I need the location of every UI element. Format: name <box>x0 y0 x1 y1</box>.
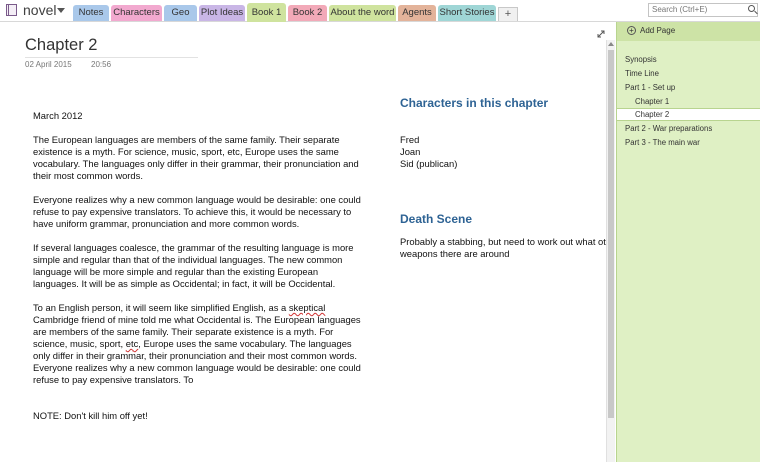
add-section-button[interactable]: + <box>498 7 518 21</box>
tab-label: Geo <box>171 7 190 18</box>
page-time: 20:56 <box>91 60 112 69</box>
title-divider <box>25 57 198 58</box>
page-item-part-2[interactable]: Part 2 - War preparations <box>617 122 760 135</box>
death-scene-text: weapons there are around <box>400 248 510 259</box>
add-page-label: Add Page <box>640 26 676 35</box>
tab-label: Plot Ideas <box>200 7 244 18</box>
tab-label: About the word <box>330 7 395 18</box>
character-item: Sid (publican) <box>400 158 458 169</box>
character-item: Joan <box>400 146 421 157</box>
page-item-part-1[interactable]: Part 1 - Set up <box>617 81 760 94</box>
death-scene-text: Probably a stabbing, but need to work ou… <box>400 236 606 247</box>
notebook-icon[interactable] <box>6 4 17 16</box>
search-placeholder: Search (Ctrl+E) <box>652 5 708 14</box>
page-date: 02 April 2015 <box>25 60 72 69</box>
tab-book-2[interactable]: Book 2 <box>288 5 327 21</box>
body-note: NOTE: Don't kill him off yet! <box>33 410 148 421</box>
section-tab-bar: novel Notes Characters Geo Plot Ideas Bo… <box>0 0 760 22</box>
vertical-scrollbar[interactable] <box>606 40 615 462</box>
search-input[interactable]: Search (Ctrl+E) <box>648 3 758 17</box>
page-canvas[interactable]: Chapter 2 02 April 2015 20:56 March 2012… <box>0 22 606 462</box>
tab-short-stories[interactable]: Short Stories <box>438 5 496 21</box>
page-list-pane: + Add Page Synopsis Time Line Part 1 - S… <box>616 22 760 462</box>
body-paragraph: To an English person, it will seem like … <box>33 302 365 386</box>
tab-label: Book 1 <box>251 7 282 18</box>
body-paragraph: The European languages are members of th… <box>33 134 359 181</box>
tab-label: Agents <box>402 7 432 18</box>
tab-label: Short Stories <box>439 7 495 18</box>
spelling-flag[interactable]: etc <box>126 338 139 349</box>
page-item-time-line[interactable]: Time Line <box>617 67 760 80</box>
tab-book-1[interactable]: Book 1 <box>247 3 286 22</box>
tab-about-the-word[interactable]: About the word <box>329 5 396 21</box>
character-item: Fred <box>400 134 420 145</box>
chevron-down-icon[interactable] <box>57 8 65 13</box>
note-body[interactable]: March 2012 The European languages are me… <box>33 110 365 434</box>
spelling-flag[interactable]: skeptical <box>289 302 325 313</box>
tab-plot-ideas[interactable]: Plot Ideas <box>199 5 245 21</box>
page-title[interactable]: Chapter 2 <box>25 36 97 55</box>
tab-label: Book 2 <box>292 7 323 18</box>
death-scene-heading: Death Scene <box>400 212 473 226</box>
scroll-thumb[interactable] <box>608 50 614 418</box>
expand-icon[interactable] <box>597 30 605 38</box>
page-item-chapter-2[interactable]: Chapter 2 <box>617 108 760 121</box>
page-item-chapter-1[interactable]: Chapter 1 <box>617 95 760 108</box>
tab-label: Notes <box>78 7 104 18</box>
notebook-title[interactable]: novel <box>23 2 56 18</box>
page-item-synopsis[interactable]: Synopsis <box>617 53 760 66</box>
text-run: To an English person, it will seem like … <box>33 302 289 313</box>
body-paragraph: If several languages coalesce, the gramm… <box>33 242 354 289</box>
tab-agents[interactable]: Agents <box>398 5 436 21</box>
side-note-container[interactable]: Characters in this chapter Fred Joan Sid… <box>400 96 608 260</box>
add-page-button[interactable]: + Add Page <box>617 22 760 41</box>
characters-heading: Characters in this chapter <box>400 96 549 110</box>
add-icon: + <box>627 26 636 35</box>
scroll-up-icon[interactable] <box>608 42 614 46</box>
tab-geo[interactable]: Geo <box>164 5 197 21</box>
tab-label: Characters <box>113 7 160 18</box>
body-paragraph: Everyone realizes why a new common langu… <box>33 194 361 229</box>
tab-characters[interactable]: Characters <box>111 5 162 21</box>
tab-notes[interactable]: Notes <box>73 5 109 21</box>
search-icon[interactable] <box>748 5 755 12</box>
page-item-part-3[interactable]: Part 3 - The main war <box>617 136 760 149</box>
body-month: March 2012 <box>33 110 83 121</box>
